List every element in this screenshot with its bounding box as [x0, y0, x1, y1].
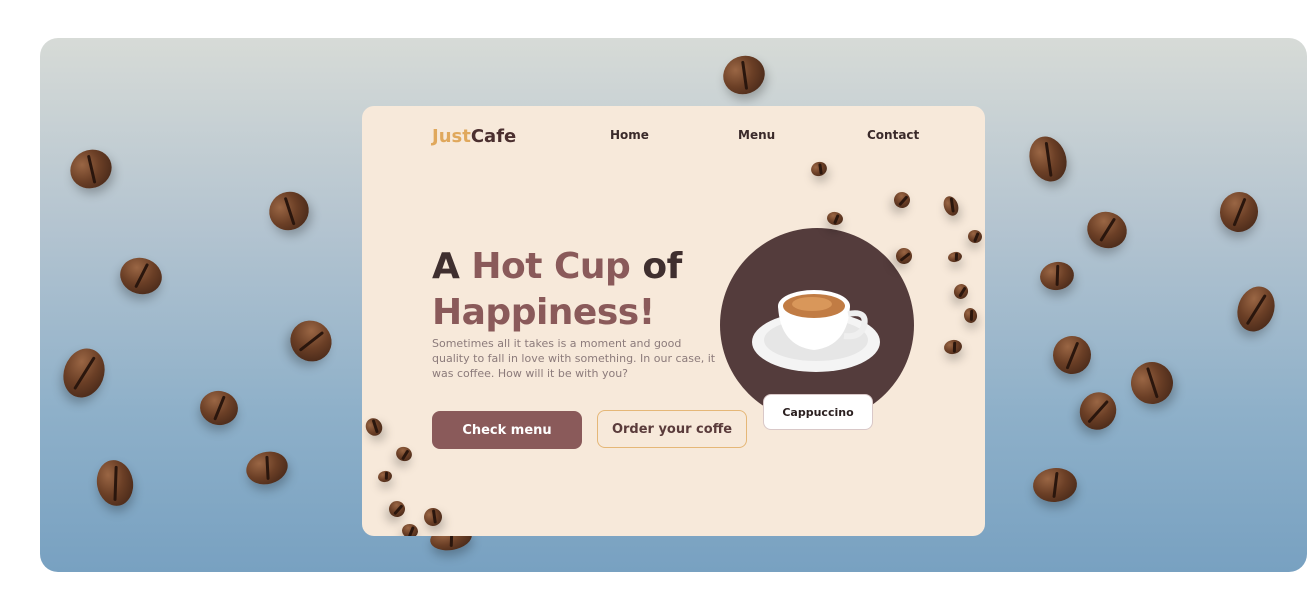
coffee-bean-icon — [282, 312, 340, 370]
coffee-bean-icon — [56, 342, 112, 404]
coffee-bean-icon — [400, 522, 420, 536]
coffee-bean-icon — [93, 457, 137, 509]
hero-title-a: A — [432, 246, 472, 287]
coffee-bean-icon — [377, 469, 393, 484]
coffee-bean-icon — [891, 189, 913, 211]
coffee-bean-icon — [1082, 206, 1132, 254]
coffee-bean-icon — [421, 505, 445, 529]
coffee-bean-icon — [1031, 466, 1079, 504]
coffee-bean-icon — [892, 244, 916, 268]
coffee-bean-icon — [1037, 259, 1077, 293]
coffee-bean-icon — [962, 306, 979, 325]
coffee-bean-icon — [362, 415, 386, 439]
hero-description: Sometimes all it takes is a moment and g… — [432, 337, 716, 380]
coffee-bean-icon — [1049, 332, 1095, 378]
coffee-bean-icon — [825, 210, 845, 227]
coffee-bean-icon — [242, 447, 292, 489]
coffee-bean-icon — [1231, 281, 1281, 337]
landing-card: JustCafe Home Menu Contact A Hot Cup of … — [362, 106, 985, 536]
coffee-bean-icon — [1123, 354, 1181, 412]
brand-logo-just: Just — [432, 126, 471, 147]
coffee-bean-icon — [809, 159, 829, 179]
coffee-bean-icon — [717, 49, 771, 101]
coffee-bean-icon — [197, 387, 241, 429]
nav-menu[interactable]: Menu — [738, 128, 775, 142]
order-coffee-button[interactable]: Order your coffe — [597, 410, 747, 448]
coffee-bean-icon — [262, 184, 316, 238]
product-label[interactable]: Cappuccino — [763, 394, 873, 430]
coffee-bean-icon — [947, 250, 963, 264]
coffee-bean-icon — [386, 498, 408, 520]
coffee-bean-icon — [1023, 131, 1073, 187]
coffee-bean-icon — [941, 194, 961, 218]
nav-home[interactable]: Home — [610, 128, 649, 142]
nav-contact[interactable]: Contact — [867, 128, 919, 142]
hero-title-accent: Hot Cup — [471, 246, 631, 287]
coffee-bean-icon — [966, 228, 984, 245]
coffee-bean-icon — [63, 142, 119, 196]
brand-logo-cafe: Cafe — [470, 126, 517, 147]
coffee-bean-icon — [394, 444, 414, 464]
coffee-bean-icon — [951, 282, 971, 301]
hero-title-of: of — [630, 246, 682, 287]
brand-logo[interactable]: JustCafe — [432, 126, 516, 147]
hero-title: A Hot Cup of Happiness! — [432, 244, 732, 336]
check-menu-button[interactable]: Check menu — [432, 411, 582, 449]
coffee-bean-icon — [1216, 189, 1262, 235]
hero-title-line2: Happiness! — [432, 292, 655, 333]
coffee-bean-icon — [1072, 385, 1124, 437]
coffee-bean-icon — [116, 253, 166, 299]
coffee-bean-icon — [942, 338, 964, 356]
coffee-cup-icon — [752, 290, 880, 372]
